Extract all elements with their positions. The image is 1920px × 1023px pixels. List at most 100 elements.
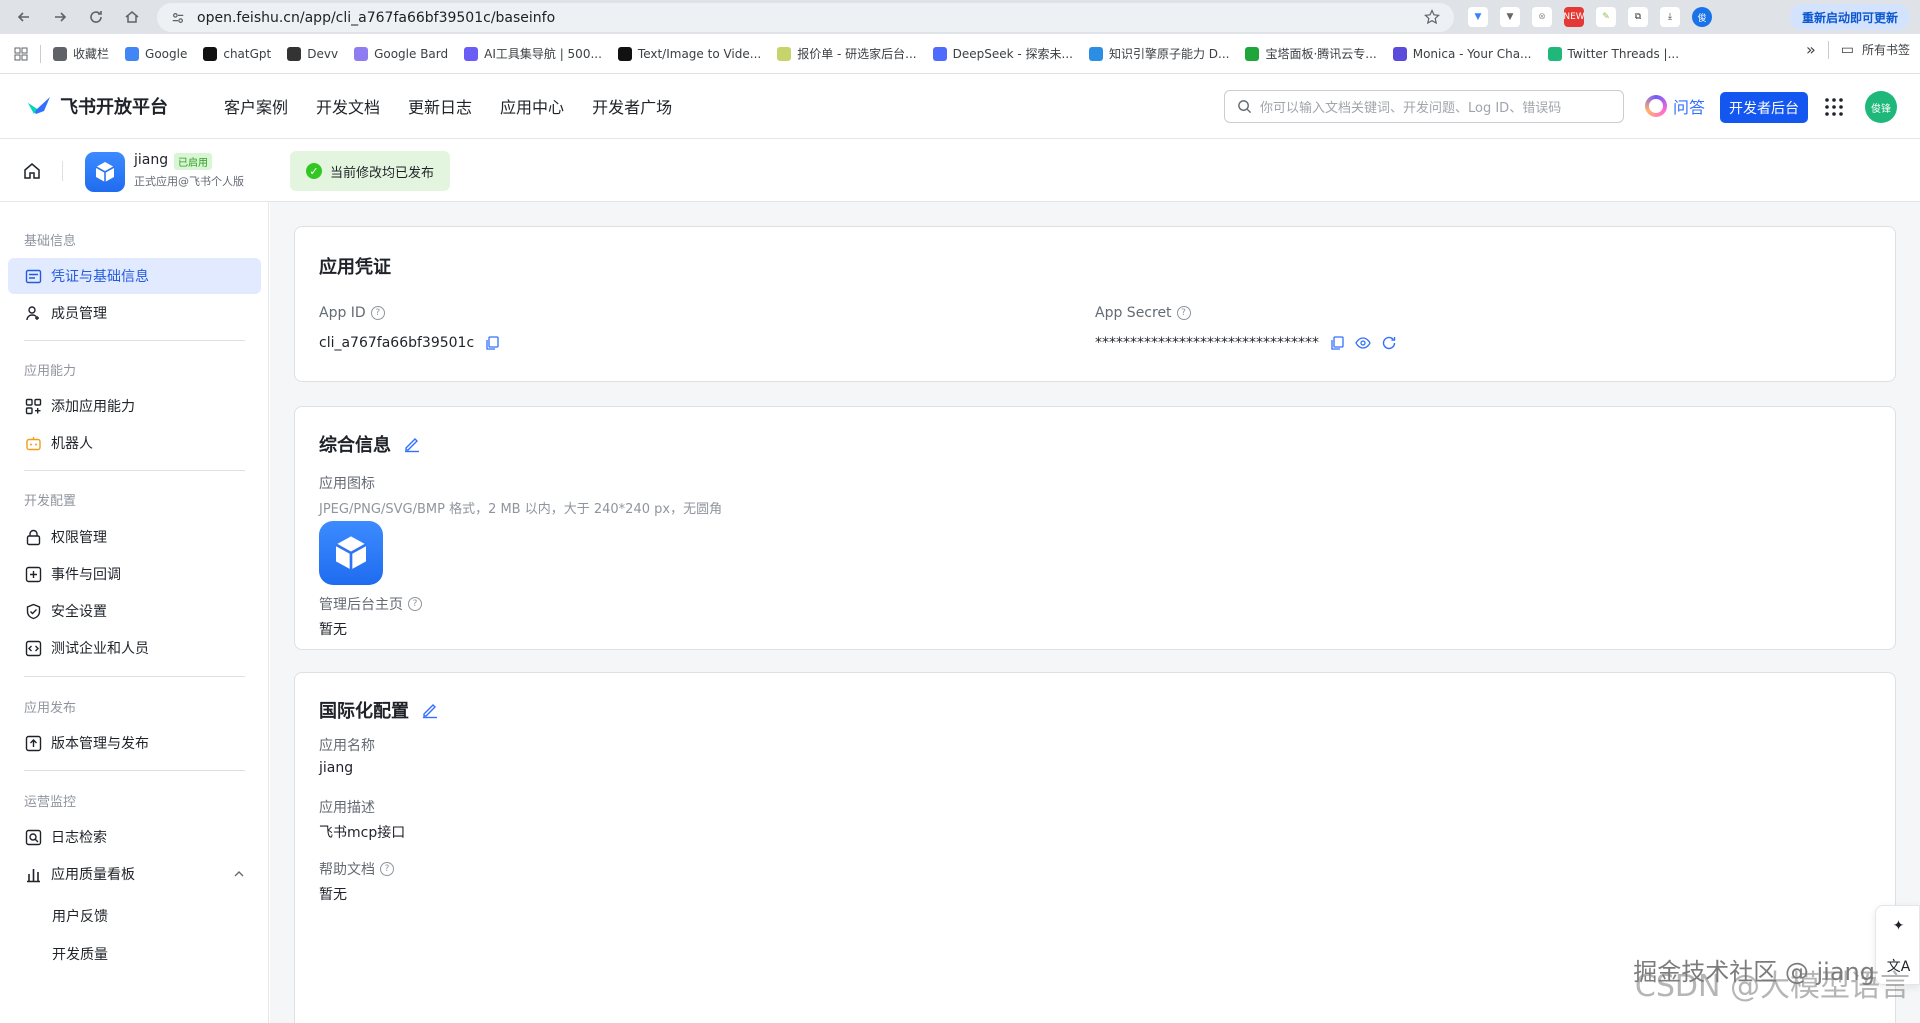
sidebar-subitem-dev-quality[interactable]: 开发质量 — [52, 944, 108, 964]
bookmark-item[interactable]: Google Bard — [346, 40, 456, 68]
user-add-icon — [25, 305, 42, 322]
sidebar: 基础信息 凭证与基础信息 成员管理 应用能力 添加应用能力 机器人 开发配置 权… — [0, 202, 269, 1023]
sidebar-item-test-tenants[interactable]: 测试企业和人员 — [8, 630, 261, 666]
forward-arrow-icon[interactable] — [46, 3, 74, 31]
sidebar-item-label: 安全设置 — [51, 604, 107, 620]
divider — [24, 470, 245, 471]
bookmark-item[interactable]: Google — [117, 40, 195, 68]
eye-icon[interactable] — [1355, 335, 1371, 351]
bookmark-item[interactable]: 宝塔面板·腾讯云专... — [1237, 40, 1384, 68]
bookmark-item[interactable]: Text/Image to Vide... — [610, 40, 769, 68]
sidebar-item-security[interactable]: 安全设置 — [8, 593, 261, 629]
update-button[interactable]: 重新启动即可更新 — [1789, 4, 1910, 30]
home-icon[interactable] — [22, 161, 42, 181]
robot-icon — [25, 435, 42, 452]
event-plus-icon — [25, 566, 42, 583]
qa-label: 问答 — [1673, 98, 1706, 117]
sidebar-item-events[interactable]: 事件与回调 — [8, 556, 261, 592]
bar-chart-icon — [25, 866, 42, 883]
user-avatar[interactable]: 俊锋 — [1865, 91, 1897, 123]
profile-avatar-icon[interactable]: 俊 — [1692, 7, 1712, 27]
edit-pencil-icon[interactable] — [403, 435, 421, 453]
sidebar-item-credentials[interactable]: 凭证与基础信息 — [8, 258, 261, 294]
extension-icon[interactable]: ▼ — [1500, 7, 1520, 27]
search-input[interactable]: 你可以输入文档关键词、开发问题、Log ID、错误码 — [1224, 90, 1624, 123]
apps-grid-icon[interactable] — [1824, 97, 1844, 117]
download-icon[interactable]: ⤓ — [1660, 7, 1680, 27]
bookmark-item[interactable]: 报价单 - 研选家后台... — [769, 40, 924, 68]
app-desc-value: 飞书mcp接口 — [319, 825, 406, 841]
extension-icon[interactable]: ▼ — [1468, 7, 1488, 27]
app-id-value: cli_a767fa66bf39501c — [319, 335, 500, 351]
check-circle-icon: ✓ — [306, 163, 322, 179]
apps-grid-icon[interactable] — [0, 40, 36, 68]
sidebar-group-title: 应用发布 — [24, 701, 77, 716]
bookmark-item[interactable]: Devv — [279, 40, 346, 68]
home-icon[interactable] — [118, 3, 146, 31]
sidebar-item-bot[interactable]: 机器人 — [8, 425, 261, 461]
bookmark-item[interactable]: Monica - Your Cha... — [1385, 40, 1540, 68]
extensions-bar: ▼ ▼ ⊗ NEW ✎ ⧉ ⤓ 俊 — [1468, 7, 1712, 27]
extension-new-icon[interactable]: NEW — [1563, 7, 1585, 27]
address-bar[interactable]: open.feishu.cn/app/cli_a767fa66bf39501c/… — [157, 3, 1454, 32]
developer-console-button[interactable]: 开发者后台 — [1720, 92, 1808, 123]
reload-icon[interactable] — [82, 3, 110, 31]
copy-icon[interactable] — [1329, 335, 1345, 351]
divider — [24, 770, 245, 771]
copy-icon[interactable] — [484, 335, 500, 351]
admin-home-value: 暂无 — [319, 622, 347, 638]
chevron-up-icon[interactable] — [233, 868, 245, 880]
divider — [24, 340, 245, 341]
app-name-value: jiang — [319, 760, 354, 776]
divider — [62, 161, 63, 181]
section-title-text: 国际化配置 — [319, 701, 409, 722]
folder-icon — [53, 46, 67, 61]
app-icon-hint: JPEG/PNG/SVG/BMP 格式，2 MB 以内，大于 240*240 p… — [319, 502, 723, 517]
top-nav-item[interactable]: 客户案例 — [210, 94, 302, 118]
top-nav-item[interactable]: 更新日志 — [394, 94, 486, 118]
bookmarks-more-icon[interactable]: » — [1806, 40, 1816, 59]
all-bookmarks-link[interactable]: 所有书签 — [1862, 41, 1910, 58]
qa-button[interactable]: 问答 — [1645, 94, 1705, 118]
sparkle-ai-icon[interactable]: ✦ — [1876, 906, 1920, 946]
bookmark-label: Devv — [307, 46, 339, 61]
sidebar-subitem-feedback[interactable]: 用户反馈 — [52, 906, 108, 926]
top-nav-item[interactable]: 开发者广场 — [578, 94, 686, 118]
general-info-card: 综合信息 应用图标 JPEG/PNG/SVG/BMP 格式，2 MB 以内，大于… — [294, 406, 1896, 650]
refresh-icon[interactable] — [1381, 335, 1397, 351]
bookmark-item[interactable]: 知识引擎原子能力 D... — [1081, 40, 1238, 68]
sidebar-item-members[interactable]: 成员管理 — [8, 295, 261, 331]
bookmark-item[interactable]: AI工具集导航 | 500... — [456, 40, 610, 68]
app-icon-preview[interactable] — [319, 521, 383, 585]
help-icon[interactable]: ? — [408, 597, 422, 611]
help-icon[interactable]: ? — [370, 306, 385, 320]
app-name: jiang — [134, 152, 169, 168]
url-text[interactable]: open.feishu.cn/app/cli_a767fa66bf39501c/… — [197, 10, 555, 26]
extension-icon[interactable]: ✎ — [1596, 7, 1616, 27]
bookmark-star-icon[interactable] — [1424, 9, 1440, 25]
bookmark-folder[interactable]: 收藏栏 — [45, 40, 117, 68]
app-subheader: jiang 已启用 正式应用@飞书个人版 ✓ 当前修改均已发布 — [0, 139, 1920, 202]
extension-icon[interactable]: ⊗ — [1532, 7, 1552, 27]
edit-pencil-icon[interactable] — [421, 701, 439, 719]
bookmark-item[interactable]: DeepSeek - 探索未... — [925, 40, 1081, 68]
sidebar-item-versions[interactable]: 版本管理与发布 — [8, 725, 261, 761]
brand-logo[interactable]: 飞书开放平台 — [26, 93, 168, 119]
site-settings-icon[interactable] — [169, 9, 187, 27]
bookmark-item[interactable]: chatGpt — [195, 40, 279, 68]
back-arrow-icon[interactable] — [10, 3, 38, 31]
site-favicon-icon — [125, 46, 140, 61]
divider — [40, 44, 41, 63]
sidebar-item-permissions[interactable]: 权限管理 — [8, 519, 261, 555]
sidebar-item-label: 事件与回调 — [51, 567, 121, 583]
help-icon[interactable]: ? — [1176, 306, 1191, 320]
sidebar-item-add-capability[interactable]: 添加应用能力 — [8, 388, 261, 424]
puzzle-icon[interactable]: ⧉ — [1628, 7, 1648, 27]
sidebar-item-quality[interactable]: 应用质量看板 — [8, 856, 261, 892]
bookmark-item[interactable]: Twitter Threads |... — [1540, 40, 1688, 68]
help-icon[interactable]: ? — [380, 862, 394, 876]
top-nav-item[interactable]: 开发文档 — [302, 94, 394, 118]
sidebar-item-logs[interactable]: 日志检索 — [8, 819, 261, 855]
top-nav-item[interactable]: 应用中心 — [486, 94, 578, 118]
app-subtitle: 正式应用@飞书个人版 — [134, 175, 244, 188]
